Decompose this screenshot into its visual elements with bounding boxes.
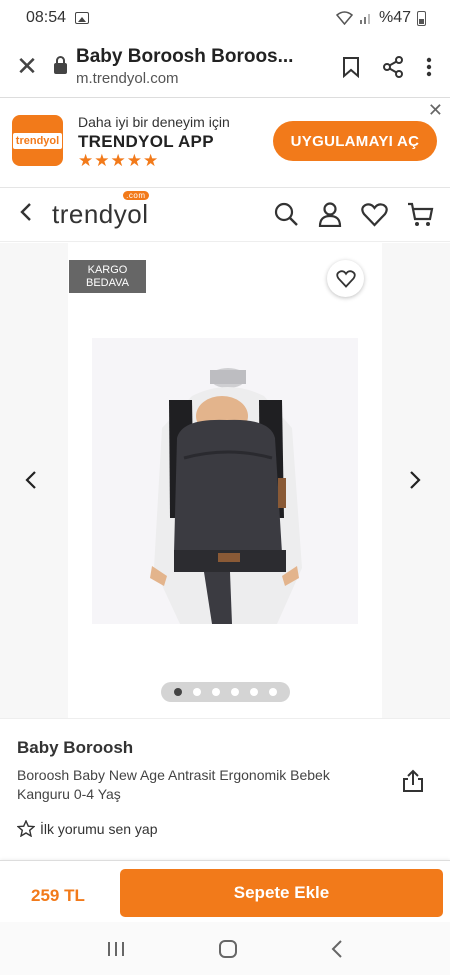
recent-apps-icon[interactable] xyxy=(106,940,126,958)
status-bar: 08:54 %47 xyxy=(0,0,450,36)
product-info: Baby Boroosh Boroosh Baby New Age Antras… xyxy=(0,718,450,858)
close-banner-icon[interactable]: ✕ xyxy=(428,100,443,121)
purchase-bar: 259 TL Sepete Ekle xyxy=(0,860,450,922)
app-install-banner: trendyol Daha iyi bir deneyim için TREND… xyxy=(0,98,450,188)
user-icon[interactable] xyxy=(318,202,342,227)
battery-percent: %47 xyxy=(378,9,411,26)
badge-line-1: KARGO xyxy=(87,264,128,276)
product-brand[interactable]: Baby Boroosh xyxy=(17,738,133,758)
site-header: trendyol .com xyxy=(0,188,450,242)
write-review-link[interactable]: İlk yorumu sen yap xyxy=(17,820,158,837)
signal-icon xyxy=(359,14,370,24)
cart-icon[interactable] xyxy=(407,202,434,228)
trendyol-app-logo: trendyol xyxy=(12,115,63,166)
favorites-heart-icon[interactable] xyxy=(361,202,388,227)
lock-icon[interactable] xyxy=(54,56,67,74)
header-icons xyxy=(274,202,450,228)
banner-subtitle: Daha iyi bir deneyim için xyxy=(78,114,230,130)
browser-toolbar: ✕ Baby Boroosh Boroos... m.trendyol.com xyxy=(0,36,450,98)
product-price: 259 TL xyxy=(31,886,85,905)
battery-icon xyxy=(417,10,426,26)
logo-com-badge: .com xyxy=(123,191,149,200)
page-title: Baby Boroosh Boroos... xyxy=(76,46,294,67)
pagination-dot[interactable] xyxy=(192,688,201,696)
review-text: İlk yorumu sen yap xyxy=(40,820,158,837)
product-image[interactable] xyxy=(92,338,358,624)
star-outline-icon xyxy=(17,820,35,837)
browser-actions xyxy=(330,55,450,78)
pagination-dot[interactable] xyxy=(211,688,220,696)
more-menu-icon[interactable] xyxy=(426,57,432,77)
product-gallery[interactable]: KARGO BEDAVA xyxy=(0,243,450,718)
rating-stars-icon: ★★★★★ xyxy=(78,151,160,170)
trendyol-logo[interactable]: trendyol .com xyxy=(52,191,149,230)
close-tab-icon[interactable]: ✕ xyxy=(0,51,54,82)
product-name: Boroosh Baby New Age Antrasit Ergonomik … xyxy=(17,767,330,802)
back-arrow-icon[interactable] xyxy=(0,201,52,229)
pagination-dot[interactable] xyxy=(173,688,182,696)
back-icon[interactable] xyxy=(330,939,344,959)
heart-icon xyxy=(335,269,356,288)
add-to-cart-button[interactable]: Sepete Ekle xyxy=(120,869,443,917)
search-icon[interactable] xyxy=(274,202,299,227)
bookmark-icon[interactable] xyxy=(342,56,360,78)
gallery-notification-icon xyxy=(75,12,90,24)
open-app-button[interactable]: UYGULAMAYI AÇ xyxy=(273,121,437,161)
share-product-icon[interactable] xyxy=(402,769,424,793)
gallery-pagination[interactable] xyxy=(161,682,290,702)
pagination-dot[interactable] xyxy=(269,688,278,696)
baby-carrier-illustration xyxy=(92,338,358,624)
logo-text: trendyol xyxy=(52,199,149,229)
status-right: %47 xyxy=(335,9,426,27)
badge-line-2: BEDAVA xyxy=(86,277,129,289)
pagination-dot[interactable] xyxy=(231,688,240,696)
previous-image-arrow-icon[interactable] xyxy=(24,466,38,497)
app-logo-text: trendyol xyxy=(12,132,63,149)
add-favorite-button[interactable] xyxy=(327,260,364,297)
status-time: 08:54 xyxy=(26,9,67,26)
free-shipping-badge: KARGO BEDAVA xyxy=(69,260,146,293)
system-navigation-bar xyxy=(0,922,450,975)
home-icon[interactable] xyxy=(218,939,238,959)
wifi-icon xyxy=(335,11,353,25)
url-box[interactable]: Baby Boroosh Boroos... m.trendyol.com xyxy=(76,46,330,87)
share-icon[interactable] xyxy=(382,55,404,78)
banner-app-name: TRENDYOL APP xyxy=(78,132,214,151)
page-domain: m.trendyol.com xyxy=(76,70,179,87)
next-image-arrow-icon[interactable] xyxy=(408,466,422,497)
pagination-dot[interactable] xyxy=(250,688,259,696)
